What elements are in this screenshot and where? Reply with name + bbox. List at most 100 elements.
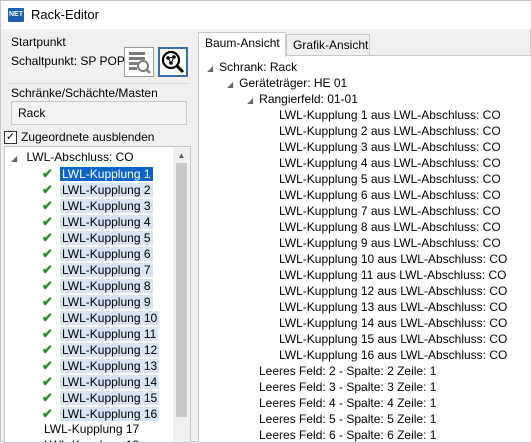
tree-item-label: LWL-Kupplung 5 [60,231,153,245]
tree-item-kupplung[interactable]: ✔ LWL-Kupplung 11 [42,326,159,342]
checkmark-icon: ✔ [42,406,53,421]
tree-item-kupplung[interactable]: ✔ LWL-Kupplung 16 [42,406,160,422]
tree-item-label: LWL-Kupplung 7 [60,263,153,277]
tree-item-kupplung[interactable]: LWL-Kupplung 17 [42,422,141,438]
checkmark-icon: ✔ [42,374,53,389]
vertical-scrollbar[interactable]: ▲ [173,147,190,442]
tree-item-kupplung[interactable]: ✔ LWL-Kupplung 6 [42,246,153,262]
tree-item-kupplung-assignment[interactable]: LWL-Kupplung 7 aus LWL-Abschluss: CO [279,204,501,218]
tree-item-kupplung-assignment[interactable]: LWL-Kupplung 8 aus LWL-Abschluss: CO [279,220,501,234]
tree-item-kupplung[interactable]: ✔ LWL-Kupplung 7 [42,262,153,278]
rack-editor-window: NET Rack-Editor Startpunkt Schaltpunkt: … [0,0,531,443]
hide-assigned-label: Zugeordnete ausblenden [21,130,155,144]
checkmark-icon: ✔ [42,182,53,197]
tree-item-kupplung[interactable]: ✔ LWL-Kupplung 15 [42,390,160,406]
tree-node-schrank[interactable]: ◢ Schrank: Rack [207,60,297,74]
tree-item-label: LWL-Kupplung 4 [60,215,153,229]
tree-item-label: LWL-Kupplung 13 [60,359,160,373]
list-search-icon [129,52,151,74]
tree-item-kupplung[interactable]: ✔ LWL-Kupplung 13 [42,358,160,374]
expand-caret-icon[interactable]: ◢ [227,80,233,89]
tree-item-kupplung-assignment[interactable]: LWL-Kupplung 1 aus LWL-Abschluss: CO [279,108,501,122]
tree-item-empty-field[interactable]: Leeres Feld: 5 - Spalte: 5 Zeile: 1 [259,412,436,426]
tree-item-kupplung[interactable]: ✔ LWL-Kupplung 4 [42,214,153,230]
checkmark-icon: ✔ [42,230,53,245]
checkmark-icon: ✔ [42,262,53,277]
tree-item-kupplung-assignment[interactable]: LWL-Kupplung 6 aus LWL-Abschluss: CO [279,188,501,202]
tree-root-node[interactable]: ◢ LWL-Abschluss: CO [11,150,134,164]
rangierfeld-label: Rangierfeld: 01-01 [259,92,358,106]
title-bar: NET Rack-Editor [1,1,531,29]
tree-item-kupplung[interactable]: ✔ LWL-Kupplung 1 [42,166,153,182]
tree-item-kupplung-assignment[interactable]: LWL-Kupplung 10 aus LWL-Abschluss: CO [279,252,507,266]
tree-item-kupplung[interactable]: ✔ LWL-Kupplung 5 [42,230,153,246]
checkmark-icon: ✔ [42,278,53,293]
tree-item-label: LWL-Kupplung 16 [60,407,160,421]
coupling-tree[interactable]: ◢ LWL-Abschluss: CO ✔ LWL-Kupplung 1 ✔ LWL-… [4,146,191,443]
scroll-thumb[interactable] [176,163,187,417]
schrank-label: Schrank: Rack [219,60,298,74]
tree-item-kupplung-assignment[interactable]: LWL-Kupplung 4 aus LWL-Abschluss: CO [279,156,501,170]
checkmark-icon: ✔ [42,246,53,261]
tree-item-label: LWL-Kupplung 18 [42,438,141,442]
tree-item-label: LWL-Kupplung 6 [60,247,153,261]
divider [9,83,189,84]
tree-item-label: LWL-Kupplung 15 [60,391,160,405]
checkmark-icon: ✔ [42,294,53,309]
tree-node-geraetetraeger[interactable]: ◢ Geräteträger: HE 01 [227,76,347,90]
tree-item-empty-field[interactable]: Leeres Feld: 4 - Spalte: 4 Zeile: 1 [259,396,436,410]
tree-item-label: LWL-Kupplung 1 [60,167,153,181]
tree-item-kupplung-assignment[interactable]: LWL-Kupplung 16 aus LWL-Abschluss: CO [279,348,507,362]
tree-item-empty-field[interactable]: Leeres Feld: 6 - Spalte: 6 Zeile: 1 [259,428,436,442]
hide-assigned-checkbox[interactable]: ✓ [4,131,17,144]
tree-item-empty-field[interactable]: Leeres Feld: 2 - Spalte: 2 Zeile: 1 [259,364,436,378]
tree-item-kupplung[interactable]: ✔ LWL-Kupplung 8 [42,278,153,294]
tree-item-kupplung[interactable]: ✔ LWL-Kupplung 14 [42,374,160,390]
tree-item-kupplung-assignment[interactable]: LWL-Kupplung 3 aus LWL-Abschluss: CO [279,140,501,154]
tree-item-empty-field[interactable]: Leeres Feld: 3 - Spalte: 3 Zeile: 1 [259,380,436,394]
checkmark-icon: ✔ [42,326,53,341]
checkmark-icon: ✔ [42,198,53,213]
tree-item-label: LWL-Kupplung 11 [60,327,159,341]
window-title: Rack-Editor [31,7,99,22]
checkmark-icon: ✔ [42,342,53,357]
tree-item-kupplung-assignment[interactable]: LWL-Kupplung 11 aus LWL-Abschluss: CO [279,268,506,282]
tree-item-kupplung-assignment[interactable]: LWL-Kupplung 5 aus LWL-Abschluss: CO [279,172,501,186]
expand-caret-icon[interactable]: ◢ [207,64,213,73]
scroll-up-icon[interactable]: ▲ [176,150,187,161]
tree-item-kupplung[interactable]: ✔ LWL-Kupplung 10 [42,310,160,326]
tree-item-kupplung[interactable]: LWL-Kupplung 18 [42,438,141,442]
tree-item-kupplung-assignment[interactable]: LWL-Kupplung 15 aus LWL-Abschluss: CO [279,332,507,346]
tree-item-kupplung[interactable]: ✔ LWL-Kupplung 3 [42,198,153,214]
tree-item-label: LWL-Kupplung 3 [60,199,153,213]
tree-item-label: LWL-Kupplung 8 [60,279,153,293]
list-search-button[interactable] [124,47,154,77]
tree-item-label: LWL-Kupplung 12 [60,343,160,357]
geraetetraeger-label: Geräteträger: HE 01 [239,76,348,90]
network-search-button[interactable] [158,47,188,77]
tree-item-kupplung-assignment[interactable]: LWL-Kupplung 14 aus LWL-Abschluss: CO [279,316,507,330]
expand-caret-icon[interactable]: ◢ [247,96,253,105]
tab-baum-ansicht[interactable]: Baum-Ansicht [198,32,286,57]
schraenke-label: Schränke/Schächte/Masten [11,86,158,100]
tree-item-kupplung-assignment[interactable]: LWL-Kupplung 9 aus LWL-Abschluss: CO [279,236,501,250]
tree-root-label: LWL-Abschluss: CO [26,150,134,164]
rack-field[interactable]: Rack [11,101,187,125]
baum-ansicht-panel: ◢ Schrank: Rack ◢ Geräteträger: HE 01 ◢ Ran… [198,55,531,443]
expand-caret-icon[interactable]: ◢ [11,154,17,163]
tree-item-label: LWL-Kupplung 2 [60,183,153,197]
checkmark-icon: ✔ [42,214,53,229]
tree-item-kupplung-assignment[interactable]: LWL-Kupplung 13 aus LWL-Abschluss: CO [279,300,507,314]
tree-item-label: LWL-Kupplung 14 [60,375,160,389]
tree-item-kupplung-assignment[interactable]: LWL-Kupplung 2 aus LWL-Abschluss: CO [279,124,501,138]
checkmark-icon: ✔ [42,310,53,325]
tree-item-kupplung[interactable]: ✔ LWL-Kupplung 12 [42,342,160,358]
tree-item-kupplung[interactable]: ✔ LWL-Kupplung 2 [42,182,153,198]
tree-item-kupplung-assignment[interactable]: LWL-Kupplung 12 aus LWL-Abschluss: CO [279,284,507,298]
tab-grafik-ansicht[interactable]: Grafik-Ansicht [286,34,370,56]
startpunkt-label: Startpunkt [11,35,66,49]
app-icon: NET [8,8,24,22]
tree-node-rangierfeld[interactable]: ◢ Rangierfeld: 01-01 [247,92,358,106]
tree-item-label: LWL-Kupplung 9 [60,295,153,309]
tree-item-kupplung[interactable]: ✔ LWL-Kupplung 9 [42,294,153,310]
